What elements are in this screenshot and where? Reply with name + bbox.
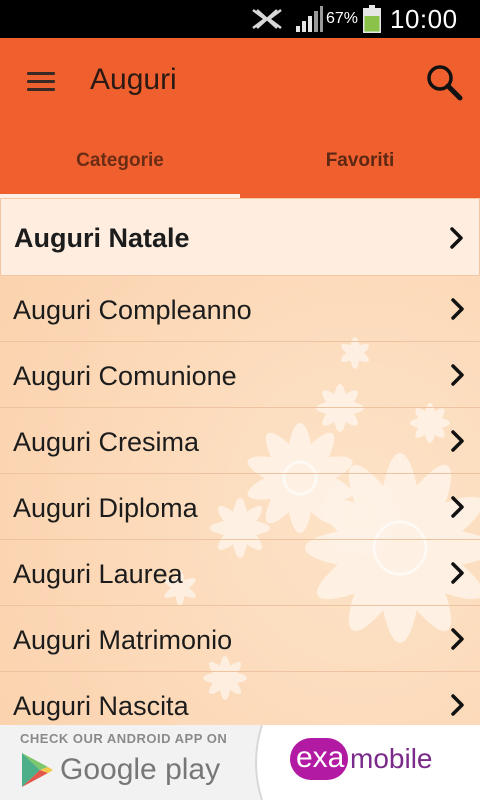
category-list[interactable]: Auguri Natale Auguri Compleanno Auguri C… (0, 198, 480, 725)
list-item[interactable]: Auguri Comunione (0, 342, 480, 408)
ad-brand-part1: exa (296, 741, 345, 774)
tab-favoriti[interactable]: Favoriti (240, 138, 480, 198)
list-item-label: Auguri Comunione (13, 361, 237, 391)
ad-store-text: Google play (60, 753, 221, 786)
list-item[interactable]: Auguri Laurea (0, 540, 480, 606)
list-item[interactable]: Auguri Compleanno (0, 276, 480, 342)
menu-button[interactable] (24, 66, 60, 96)
list-item-label: Auguri Matrimonio (13, 625, 233, 655)
ad-check-text: CHECK OUR ANDROID APP ON (20, 731, 228, 746)
ad-brand-part2: mobile (350, 743, 433, 774)
google-play-icon (22, 753, 53, 787)
list-item[interactable]: Auguri Matrimonio (0, 606, 480, 672)
clock: 10:00 (390, 4, 458, 34)
chevron-right-icon (451, 430, 464, 452)
tab-label: Categorie (76, 150, 164, 171)
battery-percent: 67% (326, 10, 359, 27)
list-item[interactable]: Auguri Natale (0, 198, 480, 276)
status-bar: 67% 10:00 (0, 0, 480, 38)
no-signal-icon (252, 9, 282, 29)
battery-icon (363, 5, 381, 33)
tab-label: Favoriti (325, 150, 395, 171)
chevron-right-icon (451, 694, 464, 716)
list-item-label: Auguri Natale (14, 223, 190, 253)
list-item[interactable]: Auguri Diploma (0, 474, 480, 540)
chevron-right-icon (451, 628, 464, 650)
signal-icon (296, 6, 323, 32)
list-item-label: Auguri Compleanno (13, 295, 252, 325)
list-item[interactable]: Auguri Cresima (0, 408, 480, 474)
tab-categorie[interactable]: Categorie (0, 138, 240, 198)
ad-banner[interactable]: CHECK OUR ANDROID APP ON Google play exa… (0, 725, 480, 800)
chevron-right-icon (451, 364, 464, 386)
list: Auguri Natale Auguri Compleanno Auguri C… (0, 198, 480, 725)
chevron-right-icon (451, 562, 464, 584)
tab-bar: Categorie Favoriti (0, 138, 480, 198)
list-item-label: Auguri Cresima (13, 427, 200, 457)
search-icon (427, 65, 463, 101)
list-item-label: Auguri Diploma (13, 493, 198, 523)
app-bar: Auguri Categorie Favoriti (0, 38, 480, 198)
chevron-right-icon (450, 227, 463, 249)
search-button[interactable] (424, 62, 464, 102)
list-item-label: Auguri Laurea (13, 559, 183, 589)
chevron-right-icon (451, 496, 464, 518)
chevron-right-icon (451, 298, 464, 320)
list-item[interactable]: Auguri Nascita (0, 672, 480, 725)
app-title: Auguri (90, 63, 177, 96)
list-item-label: Auguri Nascita (13, 691, 189, 721)
